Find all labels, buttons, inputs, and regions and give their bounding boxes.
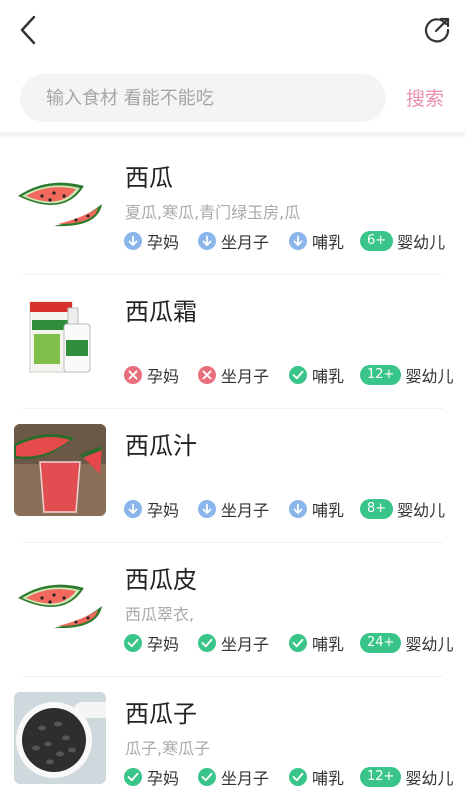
food-alias: 瓜子,寒瓜子 [125,739,211,758]
food-name: 西瓜汁 [125,432,197,460]
check-circle-icon [289,634,307,652]
age-badge: 8+ [360,499,394,519]
suitability-tag: 8+ 婴幼儿 [360,498,445,520]
check-circle-icon [124,634,142,652]
suitability-label: 孕妈 [147,501,180,520]
check-circle-icon [289,366,307,384]
suitability-label: 坐月子 [221,233,270,252]
age-badge: 6+ [360,231,394,251]
suitability-tag: 坐月子 [198,632,269,654]
suitability-label: 婴幼儿 [397,501,446,520]
share-icon [424,17,450,43]
arrow-down-circle-icon [124,500,142,518]
suitability-label: 坐月子 [221,635,270,654]
suitability-label: 坐月子 [221,367,270,386]
suitability-label: 哺乳 [312,769,345,788]
suitability-label: 孕妈 [147,769,180,788]
back-button[interactable] [10,10,46,50]
cross-circle-icon [124,366,142,384]
search-bar: 搜索 [0,62,465,134]
suitability-tag: 12+ 婴幼儿 [360,364,453,386]
suitability-tag: 坐月子 [198,230,269,252]
suitability-label: 婴幼儿 [405,769,454,788]
suitability-tags: 孕妈 坐月子 哺乳 6+ 婴幼儿 [124,230,454,252]
arrow-down-circle-icon [289,232,307,250]
suitability-label: 坐月子 [221,501,270,520]
check-circle-icon [198,634,216,652]
age-badge: 24+ [360,633,402,653]
suitability-label: 哺乳 [312,233,345,252]
suitability-tag: 12+ 婴幼儿 [360,766,453,788]
food-thumbnail [14,558,106,650]
suitability-tag: 孕妈 [124,230,179,252]
suitability-tags: 孕妈 坐月子 哺乳 12+ 婴幼儿 [124,766,454,788]
age-badge: 12+ [360,767,402,787]
food-item[interactable]: 西瓜霜孕妈 坐月子 哺乳 12+ 婴幼儿 [0,274,465,408]
food-name: 西瓜 [125,164,173,192]
food-item[interactable]: 西瓜夏瓜,寒瓜,青门绿玉房,瓜孕妈 坐月子 哺乳 6+ 婴幼儿 [0,140,465,274]
suitability-label: 婴幼儿 [405,367,454,386]
food-name: 西瓜皮 [125,566,197,594]
suitability-tag: 坐月子 [198,498,269,520]
share-button[interactable] [419,10,455,50]
suitability-tags: 孕妈 坐月子 哺乳 8+ 婴幼儿 [124,498,454,520]
suitability-tag: 哺乳 [289,766,344,788]
check-circle-icon [289,768,307,786]
food-thumbnail [14,692,106,784]
food-list: 西瓜 夏瓜,寒瓜,青门绿玉房,瓜 孕妈 坐月子 哺乳 6+ 婴幼儿 西瓜霜 孕妈 坐月子 哺乳 12+… [0,140,465,794]
suitability-tag: 坐月子 [198,766,269,788]
suitability-tag: 24+ 婴幼儿 [360,632,453,654]
suitability-tags: 孕妈 坐月子 哺乳 24+ 婴幼儿 [124,632,454,654]
food-item[interactable]: 西瓜子瓜子,寒瓜子孕妈 坐月子 哺乳 12+ 婴幼儿 [0,676,465,794]
food-name: 西瓜子 [125,700,197,728]
suitability-tag: 哺乳 [289,498,344,520]
suitability-tag: 哺乳 [289,632,344,654]
suitability-tag: 孕妈 [124,766,179,788]
suitability-tag: 哺乳 [289,230,344,252]
suitability-label: 哺乳 [312,635,345,654]
suitability-tag: 6+ 婴幼儿 [360,230,445,252]
food-alias: 西瓜翠衣, [125,605,195,624]
suitability-label: 婴幼儿 [405,635,454,654]
suitability-label: 坐月子 [221,769,270,788]
arrow-down-circle-icon [198,232,216,250]
suitability-label: 孕妈 [147,233,180,252]
food-thumbnail [14,290,106,382]
suitability-label: 哺乳 [312,367,345,386]
header-divider [0,132,465,140]
cross-circle-icon [198,366,216,384]
arrow-down-circle-icon [124,232,142,250]
search-button[interactable]: 搜索 [406,84,444,111]
arrow-down-circle-icon [289,500,307,518]
food-thumbnail [14,156,106,248]
food-alias: 夏瓜,寒瓜,青门绿玉房,瓜 [125,203,301,222]
suitability-tag: 孕妈 [124,364,179,386]
suitability-label: 哺乳 [312,501,345,520]
search-field[interactable] [20,74,386,122]
chevron-left-icon [20,15,36,45]
suitability-label: 婴幼儿 [397,233,446,252]
arrow-down-circle-icon [198,500,216,518]
suitability-tag: 哺乳 [289,364,344,386]
suitability-tags: 孕妈 坐月子 哺乳 12+ 婴幼儿 [124,364,454,386]
age-badge: 12+ [360,365,402,385]
food-item[interactable]: 西瓜汁孕妈 坐月子 哺乳 8+ 婴幼儿 [0,408,465,542]
food-name: 西瓜霜 [125,298,197,326]
top-bar [0,0,465,62]
suitability-tag: 孕妈 [124,632,179,654]
food-thumbnail [14,424,106,516]
food-item[interactable]: 西瓜皮西瓜翠衣, 孕妈 坐月子 哺乳 24+ 婴幼儿 [0,542,465,676]
search-input[interactable] [46,87,386,109]
suitability-label: 孕妈 [147,635,180,654]
suitability-label: 孕妈 [147,367,180,386]
check-circle-icon [124,768,142,786]
suitability-tag: 孕妈 [124,498,179,520]
suitability-tag: 坐月子 [198,364,269,386]
check-circle-icon [198,768,216,786]
